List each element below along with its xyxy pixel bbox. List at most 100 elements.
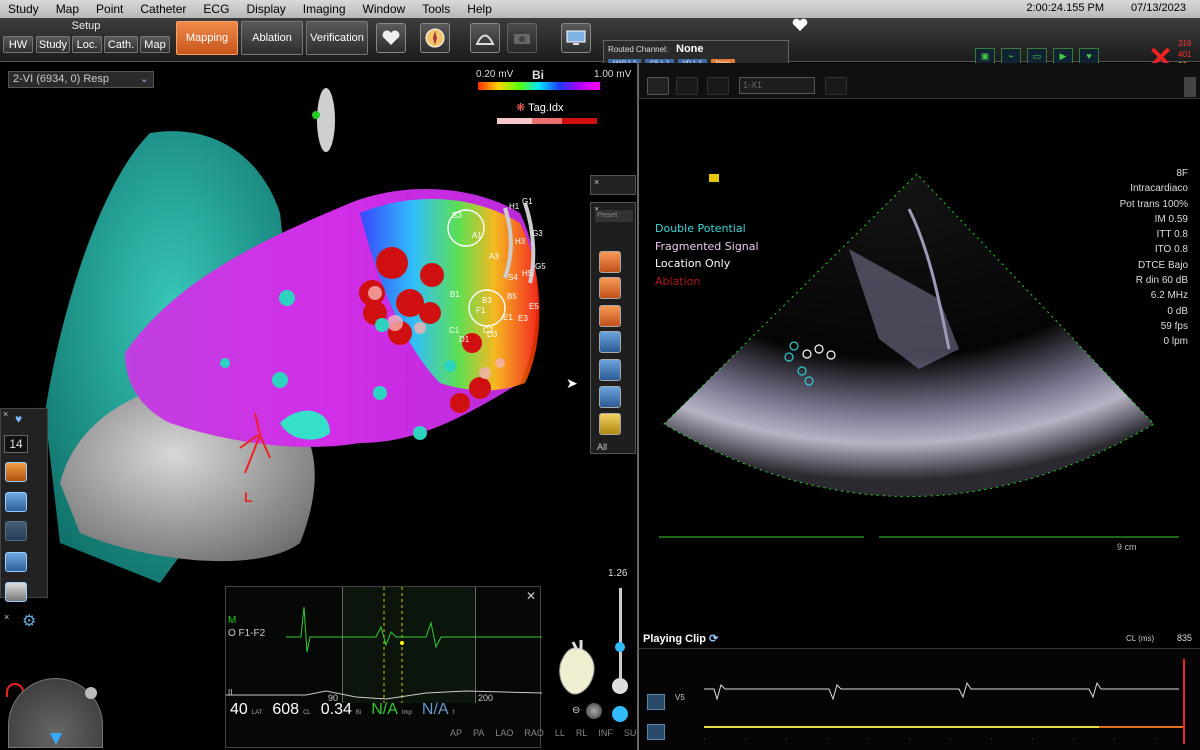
lat-unit: LAT [251,710,263,716]
view-rao-button[interactable]: RAO [524,728,544,738]
target-tool-icon[interactable] [5,552,27,572]
menu-display[interactable]: Display [238,2,294,16]
probe-select-value: 1-X1 [743,80,763,90]
nav-down-arrow-icon[interactable] [50,733,62,745]
heart-orientation-icon[interactable] [555,638,601,702]
menu-window[interactable]: Window [355,2,415,16]
close-icon[interactable]: × [3,409,8,419]
menu-tools[interactable]: Tools [414,2,459,16]
probe-marker [312,111,320,119]
menu-imaging[interactable]: Imaging [295,2,355,16]
ultrasound-image[interactable] [639,99,1200,549]
view-pa-button[interactable]: PA [473,728,484,738]
view-lao-button[interactable]: LAO [495,728,513,738]
close-icon[interactable]: × [594,177,599,187]
preset-select[interactable]: Preset [595,210,633,222]
camera-icon[interactable] [507,23,537,53]
legend-double-potential: Double Potential [655,222,746,235]
bi-unit: Bi [355,710,362,716]
rotate-view-icon[interactable] [612,706,628,722]
zoom-fit-icon[interactable] [612,678,628,694]
tag-color-icon[interactable] [599,277,621,299]
legend-ablation: Ablation [655,274,701,288]
electrode-label: H3 [515,237,526,246]
pipette-tool-icon[interactable] [5,492,27,512]
heart-view-icon[interactable]: ♥ [15,412,22,426]
menu-ecg[interactable]: ECG [195,2,238,16]
catheter-status-icon: ⌁ [1001,48,1021,64]
electrode-label: A1 [472,231,482,240]
zoom-minus-icon[interactable]: ⊖ [572,705,580,716]
playing-clip-text: Playing Clip [643,633,706,645]
dome-icon[interactable] [470,23,500,53]
probe-select[interactable]: 1-X1 [739,77,815,94]
zoom-value: 1.26 [608,568,628,579]
routed-channel-value[interactable]: None [676,43,704,55]
network-status-icon: ▶ [1053,48,1073,64]
tab-catheter[interactable]: Cath. [104,36,138,53]
grid-points-icon[interactable] [599,331,621,353]
echo-legend: Double Potential Fragmented Signal Locat… [655,220,759,290]
param-mode: Intracardiaco [1130,183,1188,195]
view-inf-button[interactable]: INF [598,728,613,738]
electrode-label: G1 [522,197,533,206]
compass-icon[interactable] [420,23,450,53]
status-number-1: 319 [1178,39,1192,48]
filter-all-select[interactable]: All [597,442,607,452]
electrode-label: F1 [476,306,486,315]
layers-tool-icon[interactable] [5,582,27,602]
close-icon[interactable]: × [4,612,9,622]
heart-check-icon[interactable] [825,77,847,95]
tag-ball-icon[interactable] [599,305,621,327]
brush-tool-icon[interactable] [5,521,27,541]
status-number-2: 401 [1178,50,1192,59]
cl-label: CL (ms) [1126,634,1155,643]
menu-help[interactable]: Help [459,2,501,16]
ecg-strip: V5 [639,648,1200,750]
param-heart-rate: 0 lpm [1163,336,1188,348]
menu-catheter[interactable]: Catheter [132,2,195,16]
ultrasound-icon[interactable] [647,77,669,95]
menu-point[interactable]: Point [88,2,132,16]
monitor-icon[interactable] [561,23,591,53]
view-rl-button[interactable]: RL [576,728,588,738]
3d-map-viewer[interactable]: 2-VI (6934, 0) Resp ⌄ 0.20 mV Bi 1.00 mV… [0,63,642,750]
nav-button-icon[interactable] [85,687,97,699]
view-ap-button[interactable]: AP [450,728,462,738]
grid-tool-icon[interactable] [5,462,27,482]
verification-button[interactable]: Verification [306,21,368,55]
pen-icon[interactable] [676,77,698,95]
param-itt: ITT 0.8 [1156,229,1189,241]
electrode-label: S3 [452,211,462,220]
point-count-field[interactable]: 14 [4,435,28,453]
probe-shape [317,88,335,152]
view-reset-icon[interactable] [586,703,602,719]
menu-study[interactable]: Study [0,2,48,16]
mouse-cursor-icon: ➤ [566,375,578,391]
ruler-icon[interactable] [599,413,621,435]
heart-alert-icon[interactable] [792,18,808,37]
mapping-button[interactable]: Mapping [176,21,238,55]
echo-toolbar: 1-X1 [639,63,1200,99]
palette-icon[interactable] [599,359,621,381]
scroll-up-icon[interactable] [1184,77,1196,97]
settings-gear-icon[interactable]: ⚙ [22,611,36,631]
zoom-slider-handle[interactable] [615,642,625,652]
view-ll-button[interactable]: LL [555,728,565,738]
svg-text:+: + [394,37,399,46]
tab-map[interactable]: Map [140,36,170,53]
dot-matrix-icon[interactable] [599,386,621,408]
param-fps: 59 fps [1160,320,1188,332]
grid-icon[interactable] [707,77,729,95]
tab-location[interactable]: Loc. [72,36,102,53]
tab-study[interactable]: Study [36,36,70,53]
heart-add-icon[interactable]: + [376,23,406,53]
echo-parameters: 8F Intracardiaco Pot trans 100% IM 0.59 … [1120,166,1188,350]
main-toolbar: Setup HW Study Loc. Cath. Map Mapping Ab… [0,18,1200,75]
tag-display-icon[interactable] [599,251,621,273]
ablation-button[interactable]: Ablation [241,21,303,55]
replay-icon[interactable]: ⟳ [709,633,718,645]
menu-map[interactable]: Map [48,2,88,16]
tab-hw[interactable]: HW [3,36,33,53]
electrode-label: B3 [482,296,492,305]
